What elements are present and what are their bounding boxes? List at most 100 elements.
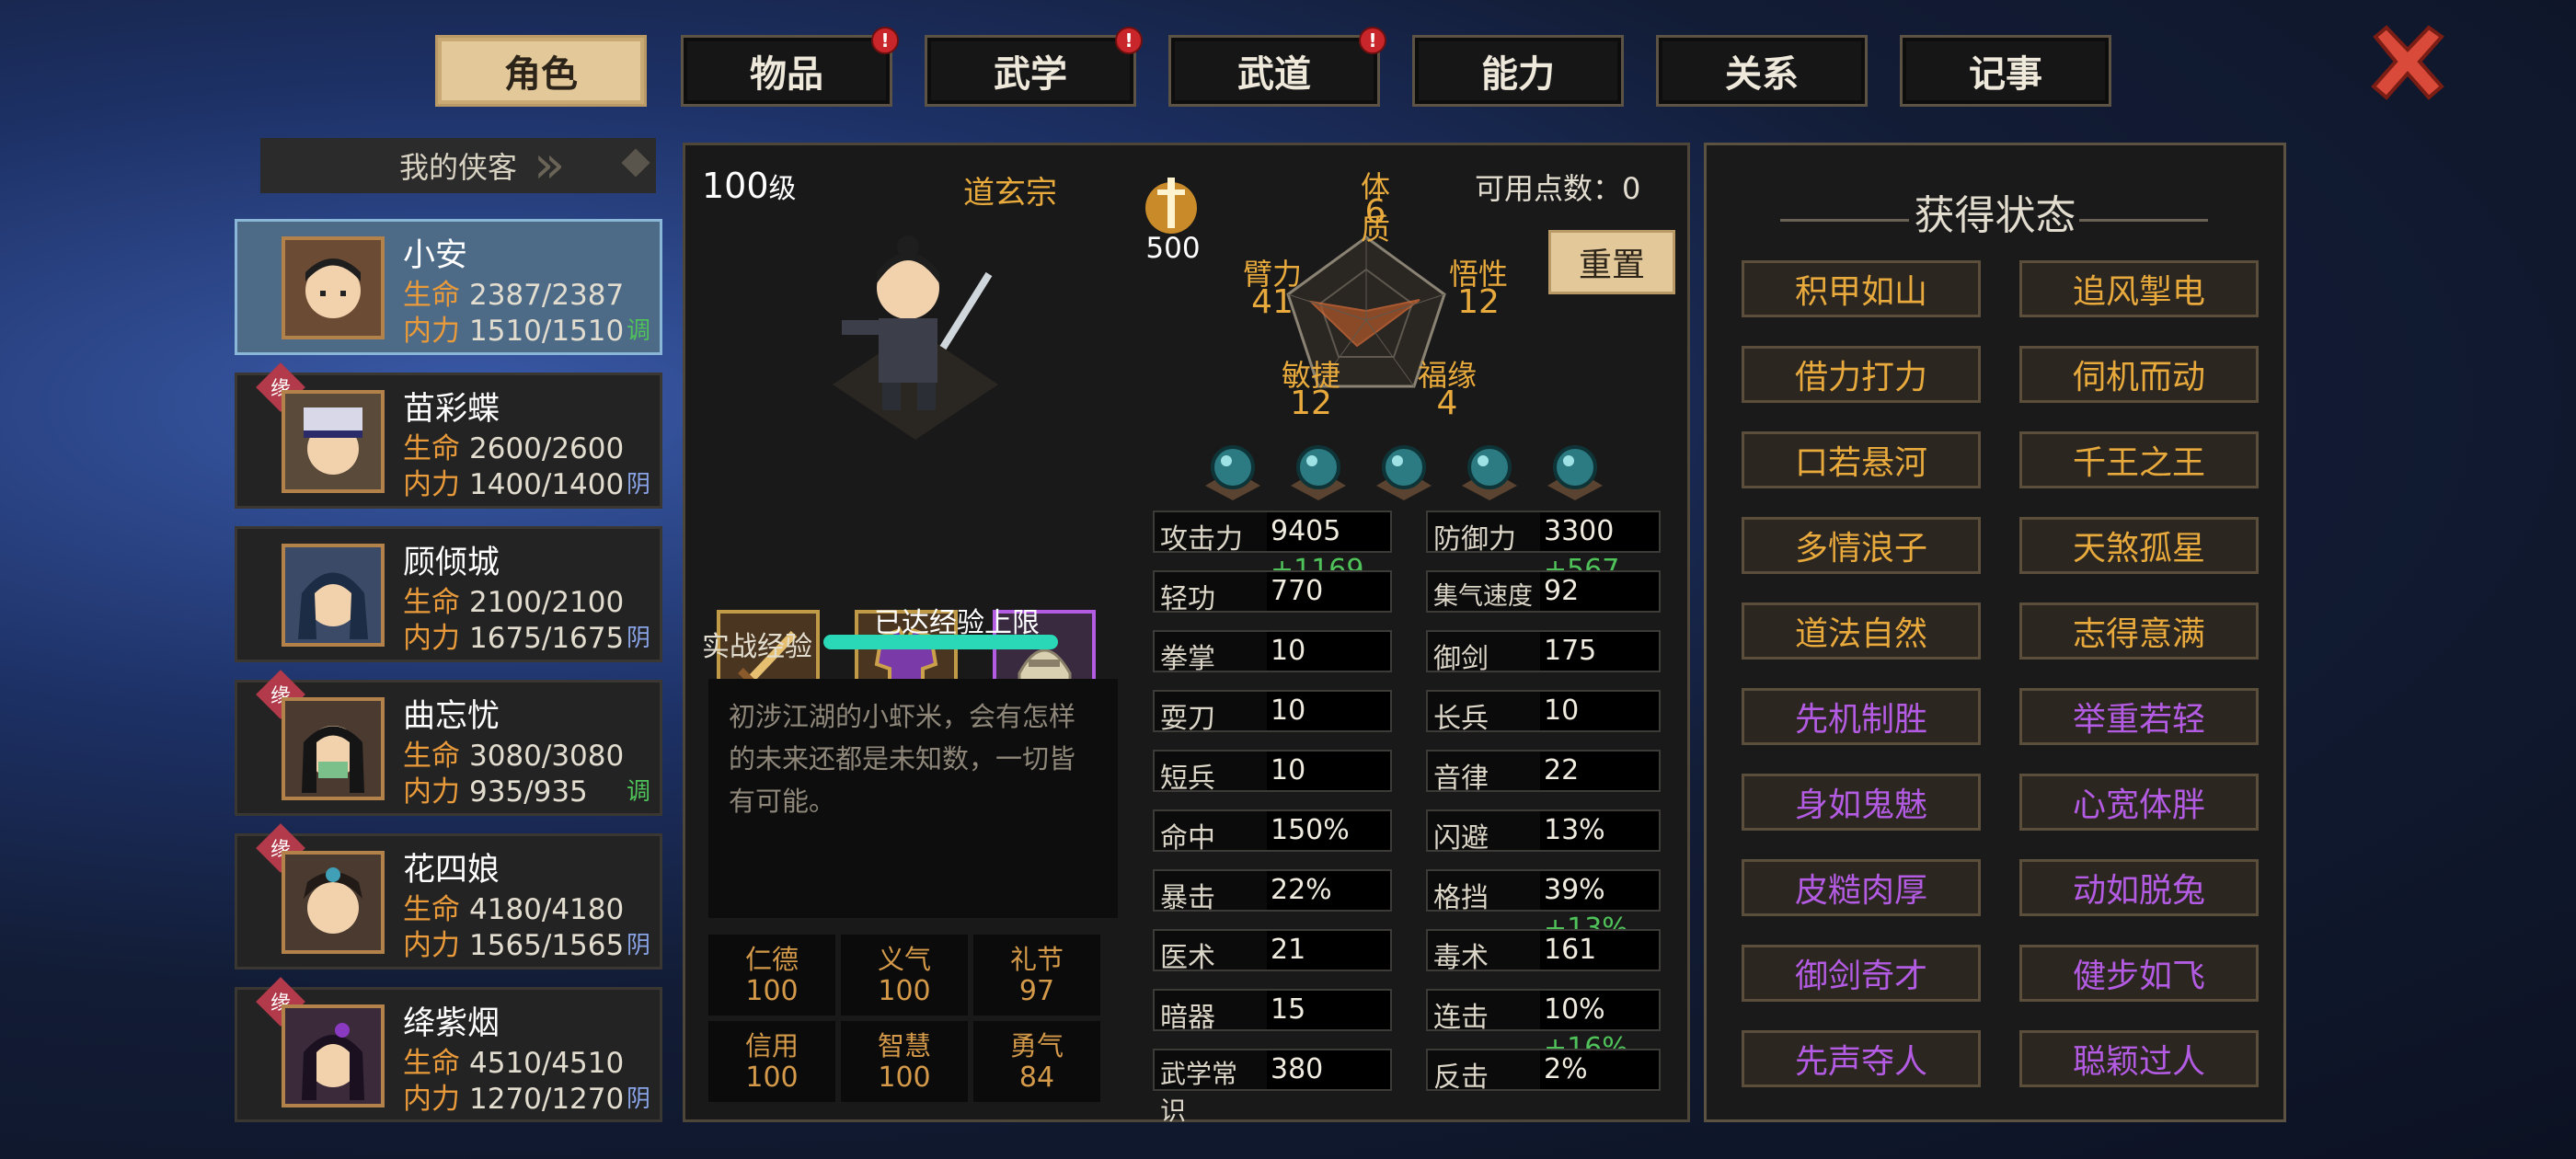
hero-name: 曲忘忧 [403, 698, 500, 735]
tab-abilities[interactable]: 能力 [1412, 35, 1624, 107]
stat-row: 毒术 161 [1426, 929, 1661, 974]
stat-number: 150% [1271, 814, 1350, 846]
virtue-label: 信用 [744, 1030, 799, 1061]
hero-card[interactable]: 缘 曲忘忧 生命 3080/3080 内力 935/935 调 [235, 670, 662, 816]
status-label: 借力打力 [1794, 359, 1927, 396]
stat-value: 39% +13% [1540, 871, 1659, 945]
stat-row: 闪避 13% [1426, 809, 1661, 855]
tab-wudao[interactable]: 武道! [1168, 27, 1386, 107]
stat-value: 22% [1267, 871, 1390, 910]
hero-tag: 阴 [626, 1085, 650, 1113]
tab-label: 武学 [994, 53, 1067, 96]
status-item[interactable]: 志得意满 [2019, 602, 2259, 660]
stat-row: 防御力 3300 +567 [1426, 511, 1661, 586]
stat-value: 10 [1267, 692, 1390, 730]
status-item[interactable]: 多情浪子 [1742, 517, 1981, 574]
virtue-cell: 信用 100 [708, 1021, 835, 1102]
status-item[interactable]: 皮糙肉厚 [1742, 859, 1981, 916]
reset-button[interactable]: 重置 [1548, 230, 1675, 294]
level: 100级 [702, 166, 797, 206]
status-item[interactable]: 天煞孤星 [2019, 517, 2259, 574]
status-item[interactable]: 借力打力 [1742, 346, 1981, 403]
tab-label: 物品 [750, 53, 823, 96]
hero-mp: 内力 1510/1510 [403, 307, 624, 349]
virtue-cell: 义气 100 [841, 935, 968, 1016]
mp-label: 内力 [403, 775, 460, 809]
virtue-label: 礼节 [1009, 944, 1064, 975]
mp-label: 内力 [403, 468, 460, 501]
status-item[interactable]: 伺机而动 [2019, 346, 2259, 403]
attr-value-wuxing: 12 [1457, 283, 1500, 321]
status-item[interactable]: 口若悬河 [1742, 431, 1981, 488]
status-item[interactable]: 御剑奇才 [1742, 945, 1981, 1002]
stat-number: 10 [1271, 694, 1306, 727]
stat-row: 集气速度 92 [1426, 570, 1661, 613]
status-item[interactable]: 心宽体胖 [2019, 774, 2259, 831]
tab-label: 武道 [1237, 53, 1311, 96]
stat-number: 10% [1544, 993, 1605, 1026]
stat-label: 暗器 [1160, 1002, 1215, 1034]
status-item[interactable]: 身如鬼魅 [1742, 774, 1981, 831]
status-label: 口若悬河 [1794, 444, 1927, 482]
points-value: 0 [1622, 171, 1641, 206]
hero-card[interactable]: 小安 生命 2387/2387 内力 1510/1510 调 [235, 219, 662, 355]
mp-label: 内力 [403, 622, 460, 655]
hero-tag: 调 [626, 317, 650, 345]
gem-slot-icon [1376, 445, 1432, 500]
stat-row: 格挡 39% +13% [1426, 869, 1661, 945]
status-label: 道法自然 [1794, 615, 1927, 653]
level-value: 100 [702, 166, 769, 206]
stat-value: 380 [1267, 1050, 1390, 1089]
hero-card[interactable]: 缘 绛紫烟 生命 4510/4510 内力 1270/1270 阴 [235, 977, 662, 1122]
gem-slots [1205, 445, 1603, 500]
stat-number: 175 [1544, 635, 1597, 667]
status-item[interactable]: 追风掣电 [2019, 260, 2259, 317]
status-item[interactable]: 先机制胜 [1742, 688, 1981, 745]
status-label: 举重若轻 [2072, 701, 2205, 739]
stat-label: 拳掌 [1160, 643, 1215, 675]
stat-row: 耍刀 10 [1153, 690, 1392, 735]
stat-label: 暴击 [1160, 882, 1215, 914]
title-divider-right [2079, 219, 2208, 222]
power-sword-icon [1145, 178, 1197, 234]
status-item[interactable]: 道法自然 [1742, 602, 1981, 660]
tab-martial-arts[interactable]: 武学! [925, 27, 1143, 107]
hero-card[interactable]: 缘 苗彩蝶 生命 2600/2600 内力 1400/1400 阴 [235, 362, 662, 509]
virtue-cell: 勇气 84 [973, 1021, 1100, 1102]
level-unit: 级 [768, 173, 797, 205]
tab-journal[interactable]: 记事 [1900, 35, 2111, 107]
status-title: 获得状态 [1914, 192, 2076, 239]
stat-row: 反击 2% [1426, 1049, 1661, 1094]
gem-slot-icon [1547, 445, 1603, 500]
avatar [282, 544, 385, 647]
close-icon[interactable] [2366, 20, 2449, 103]
status-item[interactable]: 千王之王 [2019, 431, 2259, 488]
stat-number: 92 [1544, 575, 1580, 607]
hero-card[interactable]: 顾倾城 生命 2100/2100 内力 1675/1675 阴 [235, 526, 662, 662]
virtue-value: 100 [878, 1061, 931, 1094]
status-label: 伺机而动 [2072, 359, 2205, 396]
tab-relations[interactable]: 关系 [1656, 35, 1868, 107]
status-item[interactable]: 积甲如山 [1742, 260, 1981, 317]
hero-tag: 阴 [626, 625, 650, 652]
stat-row: 武学常识 380 [1153, 1049, 1392, 1126]
mp-label: 内力 [403, 929, 460, 962]
status-item[interactable]: 先声夺人 [1742, 1030, 1981, 1087]
hero-card[interactable]: 缘 花四娘 生命 4180/4180 内力 1565/1565 阴 [235, 823, 662, 970]
attr-value-minjie: 12 [1290, 384, 1332, 422]
gem-slot-icon [1205, 445, 1260, 500]
status-item[interactable]: 举重若轻 [2019, 688, 2259, 745]
status-item[interactable]: 动如脱兔 [2019, 859, 2259, 916]
status-item[interactable]: 聪颖过人 [2019, 1030, 2259, 1087]
tab-items[interactable]: 物品! [681, 27, 899, 107]
avatar [282, 236, 385, 339]
tab-character[interactable]: 角色 [435, 35, 647, 107]
status-label: 身如鬼魅 [1794, 786, 1927, 824]
stat-number: 39% [1544, 874, 1605, 906]
stat-row: 医术 21 [1153, 929, 1392, 974]
hero-list-title: 我的侠客 [398, 150, 517, 185]
next-arrow-icon[interactable]: » [534, 138, 565, 193]
stat-row: 攻击力 9405 +1169 [1153, 511, 1392, 586]
exp-label: 实战经验 [702, 631, 812, 663]
status-item[interactable]: 健步如飞 [2019, 945, 2259, 1002]
